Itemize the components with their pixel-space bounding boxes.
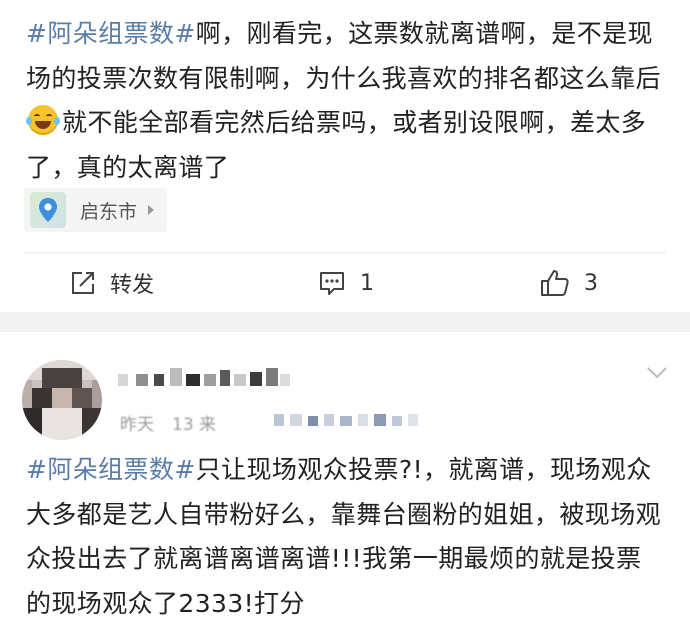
- post-card: 昨天 13 来 #阿朵组票数#只让现场观众投票?!，就离谱，现场观众大多都是艺人自…: [0, 332, 690, 620]
- location-label: 启东市: [80, 200, 138, 223]
- laughing-tears-icon: [26, 105, 60, 135]
- location-tag[interactable]: 启东市: [24, 188, 168, 232]
- hashtag-link[interactable]: #阿朵组票数#: [26, 19, 196, 48]
- hashtag-link[interactable]: #阿朵组票数#: [26, 455, 196, 484]
- repost-label: 转发: [110, 273, 155, 298]
- like-button[interactable]: 3: [540, 260, 598, 306]
- like-count: 3: [584, 270, 598, 296]
- post-separator: [0, 312, 690, 332]
- post-body: #阿朵组票数#只让现场观众投票?!，就离谱，现场观众大多都是艺人自带粉好么，靠舞…: [26, 448, 666, 620]
- location-pin-icon: [30, 192, 66, 228]
- divider: [24, 252, 666, 253]
- source-pixelated: [118, 412, 438, 432]
- weibo-feed: #阿朵组票数#啊，刚看完，这票数就离谱啊，是不是现场的投票次数有限制啊，为什么我…: [0, 0, 690, 620]
- avatar[interactable]: [22, 360, 102, 440]
- author-name-pixelated[interactable]: [118, 368, 298, 392]
- chevron-right-icon: [148, 205, 155, 215]
- post-card: #阿朵组票数#啊，刚看完，这票数就离谱啊，是不是现场的投票次数有限制啊，为什么我…: [0, 0, 690, 310]
- thumbs-up-icon: [541, 270, 569, 296]
- repost-icon: [72, 272, 94, 294]
- chevron-down-icon[interactable]: [646, 366, 668, 380]
- comment-icon: [320, 272, 344, 295]
- repost-button[interactable]: 转发: [70, 260, 154, 306]
- post-body: #阿朵组票数#啊，刚看完，这票数就离谱啊，是不是现场的投票次数有限制啊，为什么我…: [26, 12, 666, 190]
- comment-button[interactable]: 1: [318, 260, 374, 306]
- post-text-continued: 就不能全部看完然后给票吗，或者别设限啊，差太多了，真的太离谱了: [26, 108, 647, 182]
- post-actions: 转发 1 3: [0, 260, 690, 306]
- comment-count: 1: [360, 270, 374, 296]
